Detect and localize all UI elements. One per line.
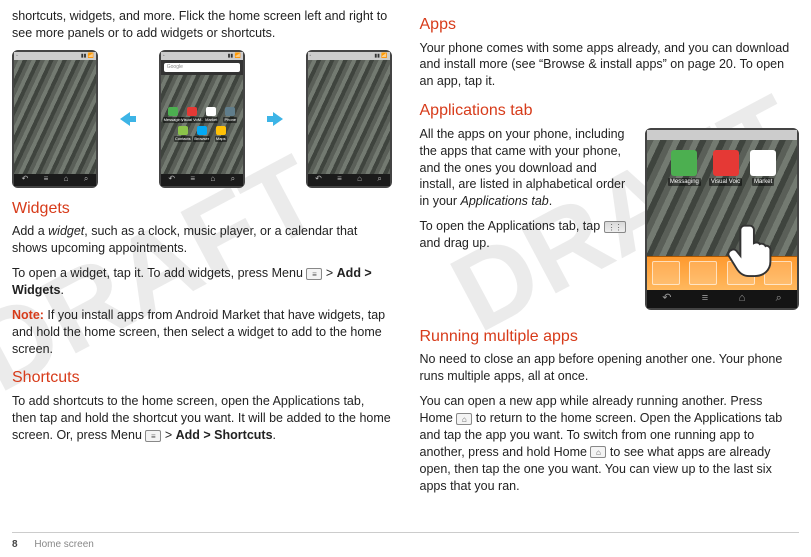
arrow-left-icon	[120, 112, 136, 126]
left-column: shortcuts, widgets, and more. Flick the …	[12, 4, 392, 502]
back-icon: ↶	[662, 291, 671, 306]
search-icon: ⌕	[776, 291, 782, 306]
phone-panel-right: ◦▮▮ 📶 ↶≡⌂⌕	[306, 50, 392, 188]
home-screens-figure: ◦▮▮ 📶 ↶≡⌂⌕ ◦▮▮ 📶 Google Messaging Visual…	[12, 50, 392, 188]
widgets-p1: Add a widget, such as a clock, music pla…	[12, 223, 392, 257]
arrow-right-icon	[267, 112, 283, 126]
footer-rule	[12, 532, 799, 533]
hand-pointer-icon	[721, 216, 783, 278]
widgets-p2: To open a widget, tap it. To add widgets…	[12, 265, 392, 299]
widgets-note: Note: If you install apps from Android M…	[12, 307, 392, 358]
phone-panel-left: ◦▮▮ 📶 ↶≡⌂⌕	[12, 50, 98, 188]
running-multiple-heading: Running multiple apps	[420, 326, 800, 348]
right-column: Apps Your phone comes with some apps alr…	[420, 4, 800, 502]
menu-icon	[306, 268, 322, 280]
applications-tab-heading: Applications tab	[420, 100, 800, 122]
page-footer: 8 Home screen	[12, 538, 94, 552]
apps-tab-icon	[604, 221, 626, 233]
menu-icon: ≡	[702, 291, 708, 306]
phone-panel-center: ◦▮▮ 📶 Google Messaging Visual VoM.. Mark…	[159, 50, 245, 188]
page-number: 8	[12, 539, 18, 550]
system-bar: ↶ ≡ ⌂ ⌕	[647, 290, 797, 308]
shortcuts-heading: Shortcuts	[12, 367, 392, 389]
menu-icon	[145, 430, 161, 442]
applications-tab-figure: Messaging Visual Voic Market ↶ ≡ ⌂ ⌕	[645, 128, 799, 310]
search-bar: Google	[164, 63, 240, 72]
apps-p1: Your phone comes with some apps already,…	[420, 40, 800, 91]
home-icon	[456, 413, 472, 425]
home-icon: ⌂	[739, 291, 746, 306]
widgets-heading: Widgets	[12, 198, 392, 220]
multi-p2: You can open a new app while already run…	[420, 393, 800, 494]
apps-heading: Apps	[420, 14, 800, 36]
home-icon	[590, 446, 606, 458]
intro-text: shortcuts, widgets, and more. Flick the …	[12, 8, 392, 42]
section-title: Home screen	[34, 539, 93, 550]
multi-p1: No need to close an app before opening a…	[420, 351, 800, 385]
shortcuts-p1: To add shortcuts to the home screen, ope…	[12, 393, 392, 444]
